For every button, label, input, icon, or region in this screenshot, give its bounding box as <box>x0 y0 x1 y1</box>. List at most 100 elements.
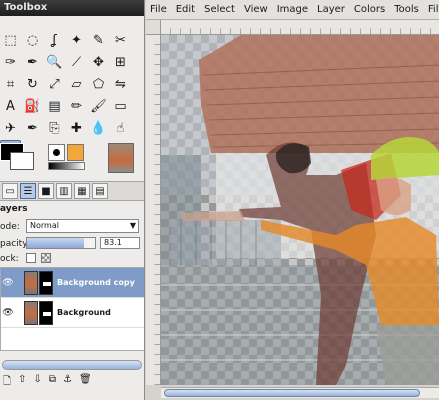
color-picker-icon[interactable]: ✒ <box>22 52 43 73</box>
delete-layer-icon[interactable]: 🗑 <box>79 374 92 388</box>
lock-pixels-checkbox[interactable] <box>26 253 36 263</box>
clone-icon[interactable]: ⎘ <box>44 118 65 139</box>
menu-edit[interactable]: Edit <box>176 4 195 15</box>
undo-history-tab[interactable]: ▦ <box>74 183 90 199</box>
toolbox-title-bar[interactable]: Toolbox <box>0 0 144 16</box>
tool-row: ✈ ✒ ⎘ ✚ 💧 ☝ <box>0 118 144 139</box>
channels-tab[interactable]: ■ <box>38 183 54 199</box>
layer-name: Background copy <box>57 278 135 287</box>
menu-tools[interactable]: Tools <box>394 4 419 15</box>
menu-bar: File Edit Select View Image Layer Colors Tools F… <box>146 0 439 20</box>
layer-mode-value: Normal <box>30 221 59 230</box>
toolbox-title: Toolbox <box>4 2 48 13</box>
bucket-fill-icon[interactable]: ⛽ <box>22 96 43 117</box>
menu-view[interactable]: View <box>244 4 268 15</box>
layer-row-background-copy[interactable]: 👁 Background copy <box>1 268 144 298</box>
menu-image[interactable]: Image <box>277 4 308 15</box>
menu-layer[interactable]: Layer <box>317 4 345 15</box>
tool-row: ✑ ✒ 🔍 ⟋ ✥ ⊞ <box>0 52 144 73</box>
layer-list: 👁 Background copy 👁 Background <box>0 267 144 351</box>
measure-icon[interactable]: ⟋ <box>66 52 87 73</box>
paintbrush-icon[interactable]: 🖌 <box>88 96 109 117</box>
move-icon[interactable]: ✥ <box>88 52 109 73</box>
pencil-icon[interactable]: ✏ <box>66 96 87 117</box>
canvas-scroll-thumb[interactable] <box>164 389 420 397</box>
image-canvas[interactable] <box>161 35 439 385</box>
horizontal-ruler[interactable] <box>161 20 439 35</box>
lower-layer-icon[interactable]: ⇩ <box>33 374 41 388</box>
text-icon[interactable]: A <box>0 96 21 117</box>
shear-icon[interactable]: ▱ <box>66 74 87 95</box>
menu-select[interactable]: Select <box>204 4 235 15</box>
layers-tab[interactable]: ☰ <box>20 183 36 199</box>
boy-shorts <box>376 325 439 385</box>
color-area <box>0 143 144 177</box>
mode-label: ode: <box>0 222 20 232</box>
smudge-icon[interactable]: ☝ <box>110 118 131 139</box>
align-icon[interactable]: ⊞ <box>110 52 131 73</box>
tool-options-tab[interactable]: ▭ <box>2 183 18 199</box>
zoom-icon[interactable]: 🔍 <box>44 52 65 73</box>
visibility-eye-icon[interactable]: 👁 <box>2 308 14 318</box>
layer-mask-thumbnail[interactable] <box>39 300 53 325</box>
layer-mode-select[interactable]: Normal ▼ <box>26 219 139 233</box>
background-color-swatch[interactable] <box>10 152 34 170</box>
layer-list-scrollbar[interactable] <box>2 360 142 370</box>
ellipse-select-icon[interactable]: ◌ <box>22 30 43 51</box>
brush-dot-icon <box>53 149 60 156</box>
airbrush-icon[interactable]: ✈ <box>0 118 21 139</box>
opacity-spinbox[interactable]: 83.1 <box>100 237 140 249</box>
layer-row-background[interactable]: 👁 Background <box>1 298 144 328</box>
chevron-down-icon: ▼ <box>129 221 136 230</box>
toolbox-panel: Toolbox ⬚◌ʆ✦✎✂✑✒🔍⟋✥⊞⌗↻⤢▱⬠⇋A⛽▤✏🖌▭✈✒⎘✚💧☝◐ … <box>0 0 145 400</box>
gradient-preview[interactable] <box>48 162 85 170</box>
brush-preview[interactable] <box>48 144 65 161</box>
fuzzy-select-icon[interactable]: ✦ <box>66 30 87 51</box>
rotate-icon[interactable]: ↻ <box>22 74 43 95</box>
layer-mask-thumbnail[interactable] <box>39 270 53 295</box>
layer-thumbnail <box>24 300 38 325</box>
heal-icon[interactable]: ✚ <box>66 118 87 139</box>
rect-select-icon[interactable]: ⬚ <box>0 30 21 51</box>
vertical-ruler[interactable] <box>146 35 161 385</box>
pattern-preview[interactable] <box>67 144 84 161</box>
layer-button-bar: 🗋 ⇧ ⇩ ⧉ ⚓ 🗑 <box>0 374 144 388</box>
flip-icon[interactable]: ⇋ <box>110 74 131 95</box>
active-image-thumbnail[interactable] <box>108 143 134 173</box>
dock-tab-bar: ▭ ☰ ■ ▥ ▦ ▤ <box>0 181 144 201</box>
brushes-tab[interactable]: ▤ <box>92 183 108 199</box>
paths-icon[interactable]: ✑ <box>0 52 21 73</box>
visibility-eye-icon[interactable]: 👁 <box>2 278 14 288</box>
menu-file[interactable]: File <box>150 4 167 15</box>
tool-row: ⬚ ◌ ʆ ✦ ✎ ✂ <box>0 30 144 51</box>
opacity-slider[interactable] <box>26 237 96 249</box>
lock-alpha-checkbox[interactable] <box>41 253 51 263</box>
free-select-icon[interactable]: ʆ <box>44 30 65 51</box>
anchor-layer-icon[interactable]: ⚓ <box>63 374 72 388</box>
roof-tiles <box>199 35 439 153</box>
layers-dialog-title: ayers <box>0 204 28 214</box>
opacity-slider-fill <box>27 238 84 248</box>
quick-mask-corner-button[interactable] <box>146 20 161 35</box>
paths-tab[interactable]: ▥ <box>56 183 72 199</box>
tool-row: ⌗ ↻ ⤢ ▱ ⬠ ⇋ <box>0 74 144 95</box>
raise-layer-icon[interactable]: ⇧ <box>18 374 26 388</box>
ink-icon[interactable]: ✒ <box>22 118 43 139</box>
menu-filters[interactable]: Filters <box>428 4 439 15</box>
perspective-icon[interactable]: ⬠ <box>88 74 109 95</box>
menu-colors[interactable]: Colors <box>354 4 385 15</box>
color-select-icon[interactable]: ✎ <box>88 30 109 51</box>
tool-row: A ⛽ ▤ ✏ 🖌 ▭ <box>0 96 144 117</box>
eraser-icon[interactable]: ▭ <box>110 96 131 117</box>
scale-icon[interactable]: ⤢ <box>44 74 65 95</box>
image-window: File Edit Select View Image Layer Colors Tools F… <box>146 0 439 400</box>
scissors-icon[interactable]: ✂ <box>110 30 131 51</box>
photo-layer <box>161 35 439 385</box>
blur-icon[interactable]: 💧 <box>88 118 109 139</box>
new-layer-icon[interactable]: 🗋 <box>3 374 11 388</box>
blend-icon[interactable]: ▤ <box>44 96 65 117</box>
canvas-horizontal-scrollbar[interactable] <box>161 387 439 398</box>
duplicate-layer-icon[interactable]: ⧉ <box>49 374 56 388</box>
crop-icon[interactable]: ⌗ <box>0 74 21 95</box>
boy-face <box>376 177 411 215</box>
